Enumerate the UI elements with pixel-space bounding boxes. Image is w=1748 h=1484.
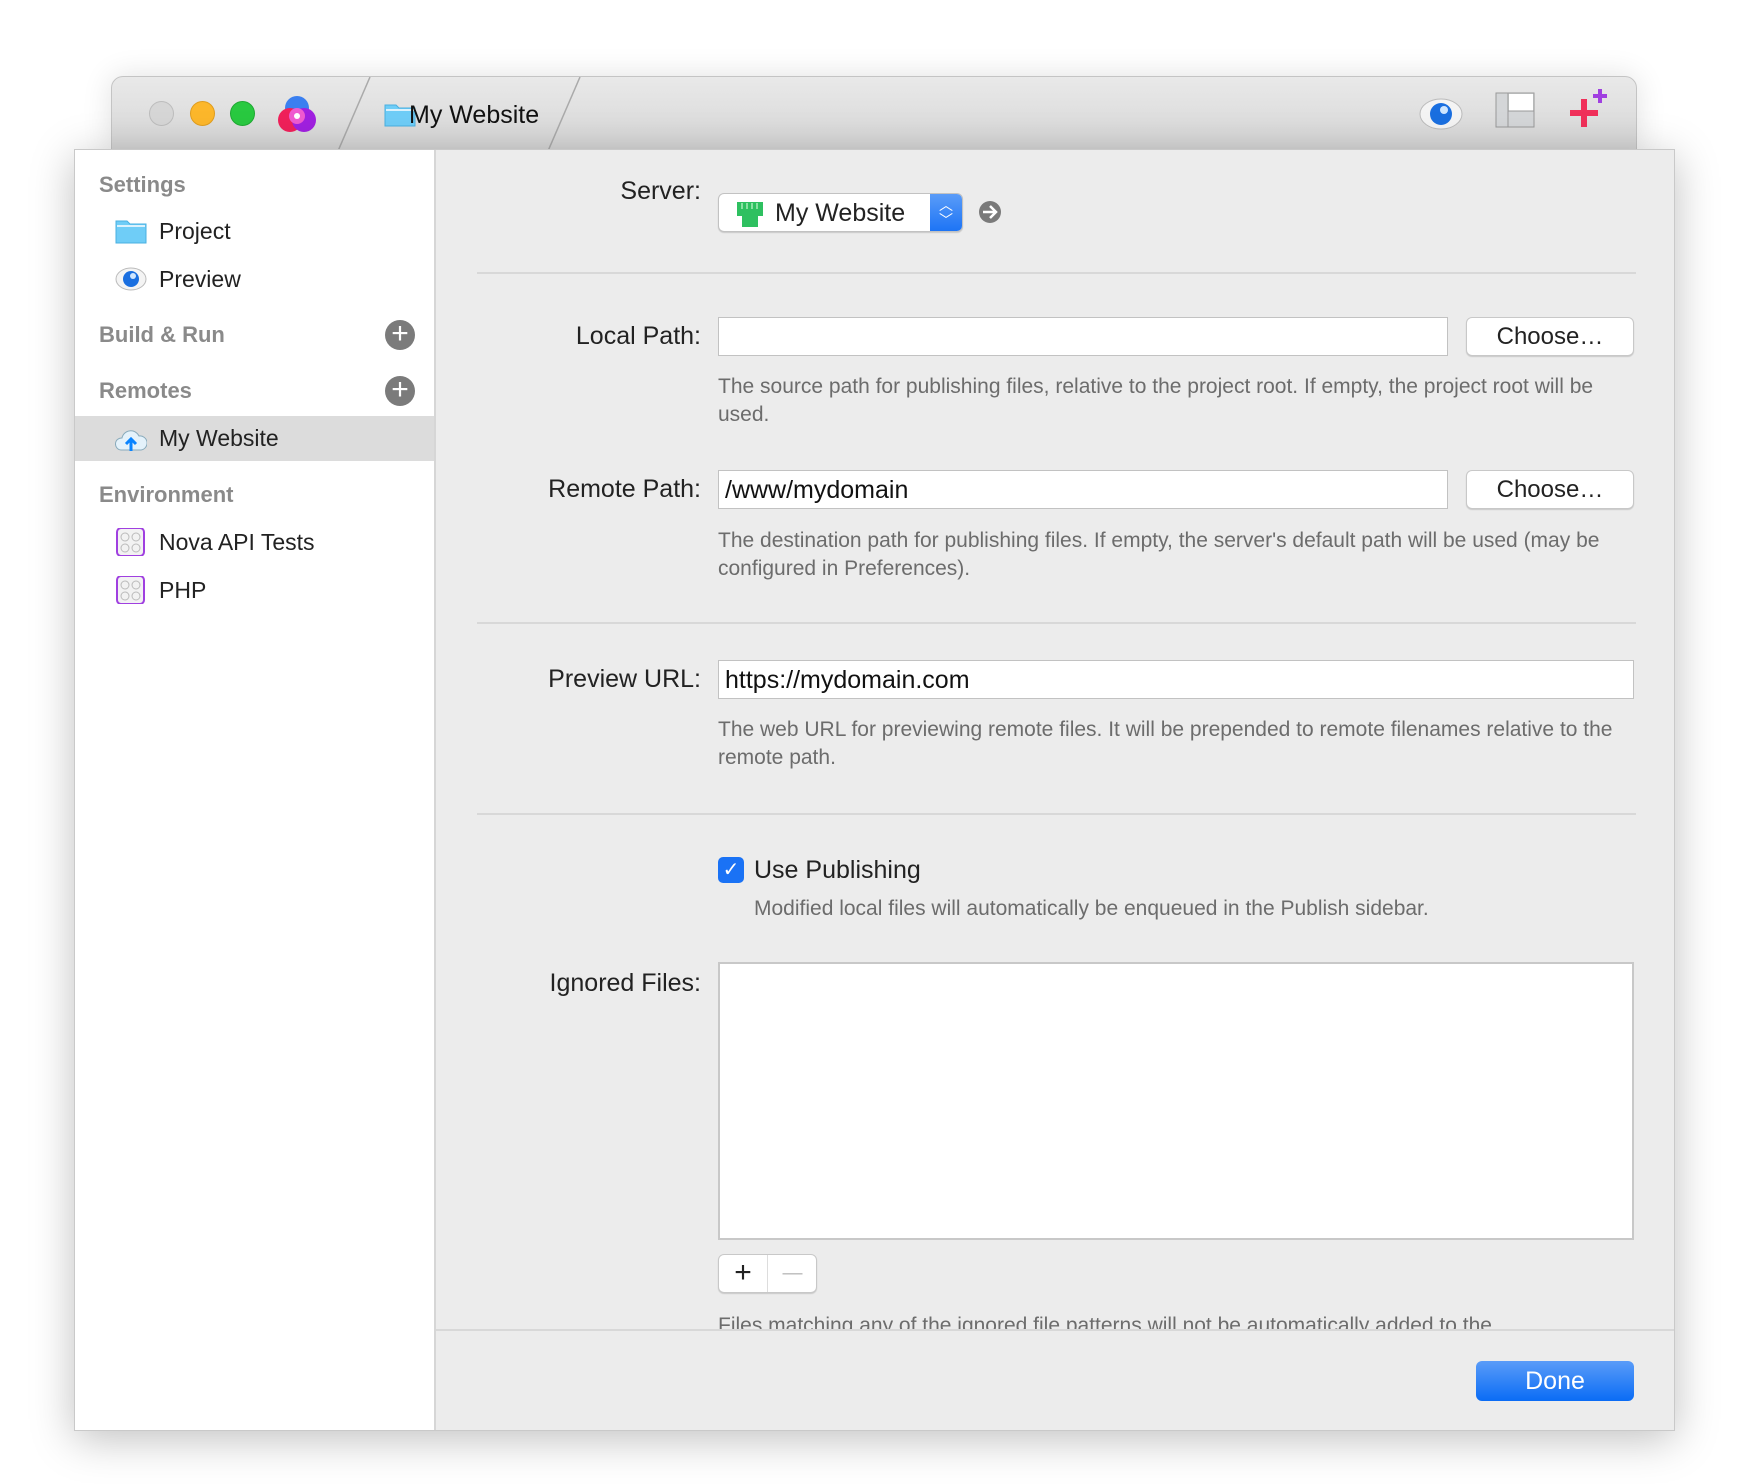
use-publishing-checkbox[interactable]: ✓ — [718, 857, 744, 883]
remote-path-input[interactable]: /www/mydomain — [718, 470, 1448, 509]
preview-url-label: Preview URL: — [548, 665, 701, 693]
sparkle-plus-icon[interactable] — [1566, 87, 1610, 131]
form-scroll-area[interactable]: Server: My Website ︿ ﹀ Local Path: Choose… — [75, 150, 1674, 1330]
add-remove-control: + — — [718, 1254, 817, 1293]
ignored-files-label: Ignored Files: — [549, 969, 701, 997]
preview-url-input[interactable]: https://mydomain.com — [718, 660, 1634, 699]
server-label: Server: — [620, 177, 701, 205]
footer-divider — [436, 1329, 1674, 1331]
add-pattern-button[interactable]: + — [719, 1255, 768, 1292]
close-button[interactable] — [149, 101, 174, 126]
local-path-label: Local Path: — [575, 322, 701, 350]
remote-path-label: Remote Path: — [548, 475, 701, 503]
remote-path-help: The destination path for publishing file… — [718, 529, 1600, 580]
choose-local-path-button[interactable]: Choose… — [1466, 317, 1634, 356]
local-path-help: The source path for publishing files, re… — [718, 375, 1594, 426]
eye-icon[interactable] — [1419, 97, 1463, 131]
layout-icon[interactable] — [1495, 92, 1535, 128]
chevron-updown-icon: ︿ ﹀ — [930, 194, 962, 231]
app-logo-icon — [278, 96, 316, 132]
local-path-input[interactable] — [718, 317, 1448, 356]
remove-pattern-button[interactable]: — — [768, 1255, 816, 1292]
tab-title: My Website — [409, 101, 540, 129]
ignored-files-help: Files matching any of the ignored file p… — [718, 1314, 1492, 1330]
choose-remote-path-button[interactable]: Choose… — [1466, 470, 1634, 509]
zoom-button[interactable] — [230, 101, 255, 126]
divider — [477, 272, 1636, 274]
use-publishing-help: Modified local files will automatically … — [754, 897, 1429, 920]
title-bar: My Website — [111, 76, 1637, 151]
server-icon — [737, 202, 763, 227]
tab-my-website[interactable]: My Website — [367, 89, 657, 139]
use-publishing-label[interactable]: Use Publishing — [754, 856, 921, 885]
tab-divider — [547, 77, 581, 151]
arrow-circle-right-icon[interactable] — [978, 200, 1002, 224]
done-button[interactable]: Done — [1476, 1361, 1634, 1401]
divider — [477, 813, 1636, 815]
divider — [477, 622, 1636, 624]
settings-window: Settings Project Preview Build & Run + R… — [74, 149, 1675, 1431]
ignored-files-list[interactable] — [718, 962, 1634, 1240]
minimize-button[interactable] — [190, 101, 215, 126]
preview-url-help: The web URL for previewing remote files.… — [718, 718, 1613, 769]
server-select[interactable]: My Website ︿ ﹀ — [718, 193, 963, 232]
